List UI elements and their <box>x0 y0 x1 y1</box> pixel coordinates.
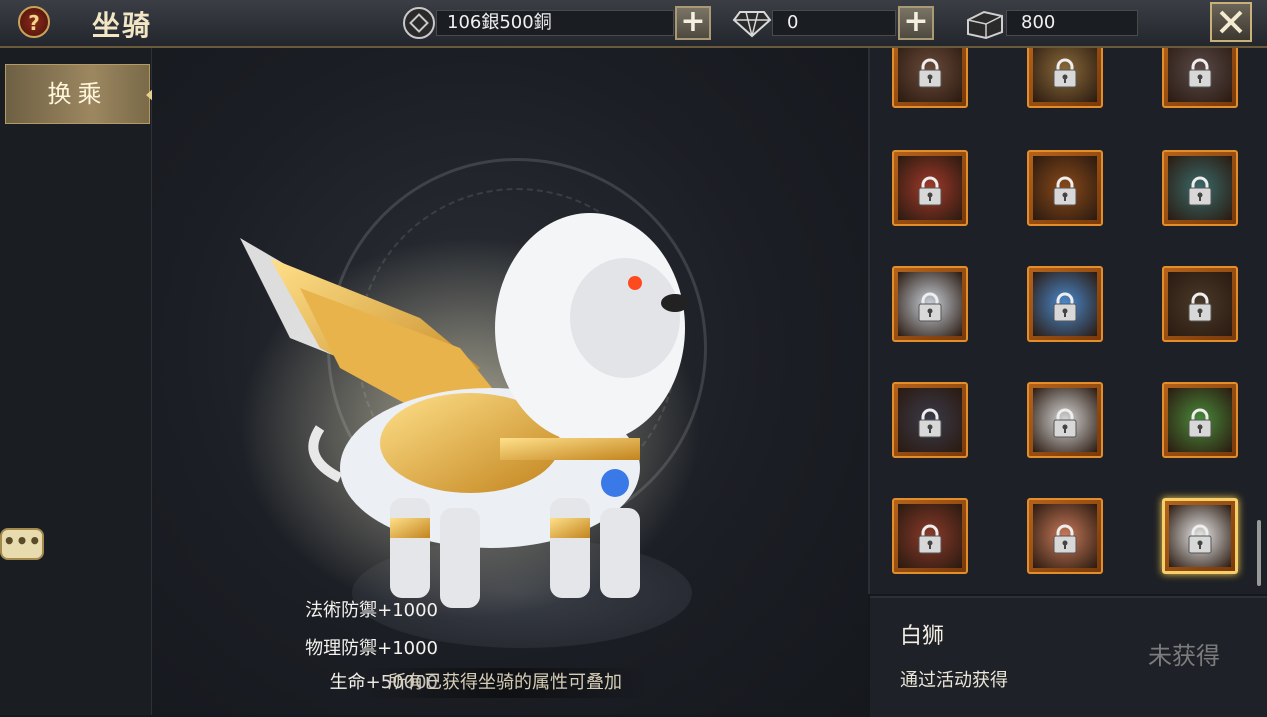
add-currency-button[interactable]: + <box>675 6 711 40</box>
diamond-icon <box>732 11 772 38</box>
mount-status: 未获得 <box>1148 642 1220 670</box>
mount-slot[interactable] <box>892 382 968 458</box>
coin-icon <box>403 7 435 39</box>
page-title: 坐骑 <box>92 9 153 42</box>
mount-slot[interactable] <box>892 48 968 108</box>
mount-source: 通过活动获得 <box>900 670 1008 691</box>
white-lion-mount-model <box>240 213 700 618</box>
mount-slot[interactable] <box>892 150 968 226</box>
grid-scrollbar[interactable] <box>1257 520 1261 586</box>
mount-slot[interactable] <box>1027 266 1103 342</box>
diamond-amount: 0 <box>772 10 896 36</box>
mount-slot[interactable] <box>1027 382 1103 458</box>
close-button[interactable] <box>1210 2 1252 42</box>
lock-icon <box>1052 176 1078 206</box>
lock-icon <box>917 408 943 438</box>
lock-icon <box>917 524 943 554</box>
mount-slot[interactable] <box>1027 150 1103 226</box>
add-diamond-button[interactable]: + <box>898 6 934 40</box>
lock-icon <box>1052 408 1078 438</box>
mount-grid-panel[interactable] <box>868 48 1267 594</box>
lock-icon <box>1187 524 1213 554</box>
chat-button[interactable]: ••• <box>0 528 44 560</box>
token-amount: 800 <box>1006 10 1138 36</box>
token-icon <box>967 10 1003 40</box>
mount-slot[interactable] <box>892 266 968 342</box>
top-bar: ? 坐骑 106銀500銅 + 0 + 800 <box>0 0 1267 48</box>
lock-icon <box>917 58 943 88</box>
mount-slot[interactable] <box>1162 498 1238 574</box>
mount-slot[interactable] <box>1162 150 1238 226</box>
mount-slot[interactable] <box>1027 498 1103 574</box>
stack-note: 所有已获得坐骑的属性可叠加 <box>360 668 650 698</box>
lock-icon <box>1187 292 1213 322</box>
sidebar <box>0 48 152 715</box>
tab-ride[interactable]: 换乘 <box>5 64 150 124</box>
lock-icon <box>1187 58 1213 88</box>
lock-icon <box>917 292 943 322</box>
lock-icon <box>1052 292 1078 322</box>
lock-icon <box>1052 58 1078 88</box>
mount-stage: 法術防禦+1000 物理防禦+1000 生命+50000 所有已获得坐骑的属性可… <box>152 48 868 715</box>
silver-copper-amount: 106銀500銅 <box>436 10 674 36</box>
stat-magic-defense: 法術防禦+1000 <box>305 600 438 621</box>
mount-slot[interactable] <box>892 498 968 574</box>
help-button[interactable]: ? <box>18 6 50 38</box>
mount-slot[interactable] <box>1162 266 1238 342</box>
lock-icon <box>1187 176 1213 206</box>
stat-physical-defense: 物理防禦+1000 <box>305 638 438 659</box>
mount-slot[interactable] <box>1162 382 1238 458</box>
mount-name: 白狮 <box>900 624 945 649</box>
close-icon <box>1219 10 1243 34</box>
lock-icon <box>1052 524 1078 554</box>
mount-slot[interactable] <box>1162 48 1238 108</box>
lock-icon <box>917 176 943 206</box>
lock-icon <box>1187 408 1213 438</box>
mount-slot[interactable] <box>1027 48 1103 108</box>
